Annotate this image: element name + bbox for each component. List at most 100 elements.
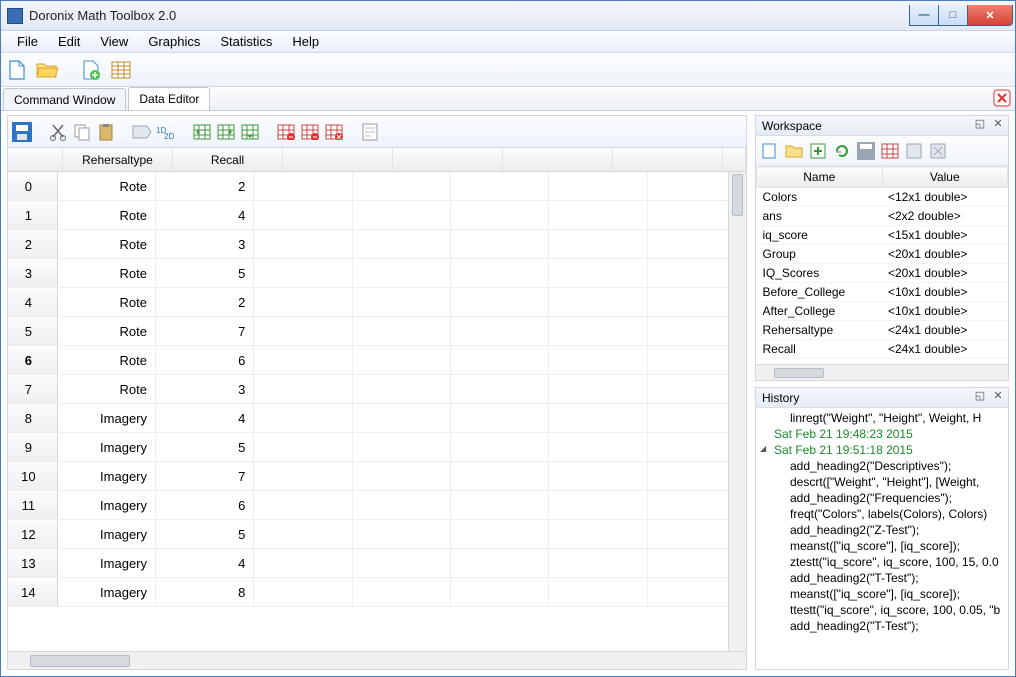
- panel-close-icon[interactable]: ✕: [990, 389, 1006, 402]
- col-header-blank[interactable]: [723, 148, 746, 171]
- cell-empty[interactable]: [451, 259, 549, 287]
- cell-empty[interactable]: [254, 230, 352, 258]
- row-index-cell[interactable]: 1: [8, 201, 58, 229]
- open-folder-icon[interactable]: [35, 58, 59, 82]
- cell-empty[interactable]: [549, 462, 647, 490]
- row-index-cell[interactable]: 3: [8, 259, 58, 287]
- cell-recall[interactable]: 2: [156, 172, 254, 200]
- cell-empty[interactable]: [353, 172, 451, 200]
- history-session-header[interactable]: Sat Feb 21 19:48:23 2015: [760, 426, 1004, 442]
- row-index-cell[interactable]: 13: [8, 549, 58, 577]
- data-grid[interactable]: Rehersaltype Recall 0Rote21Rote42Rote33R…: [8, 148, 746, 669]
- data-table-icon[interactable]: [109, 58, 133, 82]
- cell-empty[interactable]: [254, 404, 352, 432]
- cell-empty[interactable]: [451, 230, 549, 258]
- ws-save-icon[interactable]: [856, 141, 876, 161]
- table-row[interactable]: 1Rote4: [8, 201, 746, 230]
- cell-empty[interactable]: [549, 549, 647, 577]
- cell-rehersaltype[interactable]: Rote: [58, 375, 156, 403]
- row-index-cell[interactable]: 12: [8, 520, 58, 548]
- cell-empty[interactable]: [254, 491, 352, 519]
- table-row[interactable]: 9Imagery5: [8, 433, 746, 462]
- ws-grid-icon[interactable]: [880, 141, 900, 161]
- cell-empty[interactable]: [353, 549, 451, 577]
- cell-recall[interactable]: 2: [156, 288, 254, 316]
- table-row[interactable]: 10Imagery7: [8, 462, 746, 491]
- cell-empty[interactable]: [353, 375, 451, 403]
- cell-empty[interactable]: [353, 578, 451, 606]
- cell-recall[interactable]: 6: [156, 491, 254, 519]
- cell-empty[interactable]: [353, 288, 451, 316]
- cell-rehersaltype[interactable]: Rote: [58, 230, 156, 258]
- history-command[interactable]: add_heading2("Frequencies");: [760, 490, 1004, 506]
- insert-col-left-icon[interactable]: [192, 122, 212, 142]
- cell-empty[interactable]: [254, 578, 352, 606]
- cell-rehersaltype[interactable]: Imagery: [58, 462, 156, 490]
- workspace-row[interactable]: IQ_Scores<20x1 double>: [757, 264, 1008, 283]
- cut-icon[interactable]: [48, 122, 68, 142]
- cell-empty[interactable]: [353, 433, 451, 461]
- cell-empty[interactable]: [254, 433, 352, 461]
- cell-empty[interactable]: [549, 578, 647, 606]
- row-index-cell[interactable]: 6: [8, 346, 58, 374]
- cell-empty[interactable]: [451, 491, 549, 519]
- maximize-button[interactable]: □: [938, 5, 968, 26]
- table-row[interactable]: 14Imagery8: [8, 578, 746, 607]
- cell-rehersaltype[interactable]: Rote: [58, 288, 156, 316]
- menu-view[interactable]: View: [90, 32, 138, 51]
- cell-empty[interactable]: [451, 549, 549, 577]
- workspace-hscroll[interactable]: [756, 364, 1008, 380]
- panel-undock-icon[interactable]: ◱: [972, 389, 988, 402]
- history-command[interactable]: add_heading2("Descriptives");: [760, 458, 1004, 474]
- row-index-cell[interactable]: 10: [8, 462, 58, 490]
- row-index-cell[interactable]: 7: [8, 375, 58, 403]
- table-row[interactable]: 6Rote6: [8, 346, 746, 375]
- menu-edit[interactable]: Edit: [48, 32, 90, 51]
- cell-empty[interactable]: [549, 288, 647, 316]
- col-header-1[interactable]: Recall: [173, 148, 283, 171]
- menu-statistics[interactable]: Statistics: [210, 32, 282, 51]
- history-session-header[interactable]: Sat Feb 21 19:51:18 2015: [760, 442, 1004, 458]
- cell-empty[interactable]: [549, 259, 647, 287]
- cell-recall[interactable]: 5: [156, 433, 254, 461]
- history-command[interactable]: descrt(["Weight", "Height"], [Weight,: [760, 474, 1004, 490]
- cell-recall[interactable]: 3: [156, 230, 254, 258]
- col-header-blank[interactable]: [613, 148, 723, 171]
- row-index-cell[interactable]: 9: [8, 433, 58, 461]
- cell-rehersaltype[interactable]: Imagery: [58, 549, 156, 577]
- grid-body[interactable]: 0Rote21Rote42Rote33Rote54Rote25Rote76Rot…: [8, 172, 746, 651]
- workspace-row[interactable]: ans<2x2 double>: [757, 207, 1008, 226]
- row-index-cell[interactable]: 0: [8, 172, 58, 200]
- cell-rehersaltype[interactable]: Rote: [58, 172, 156, 200]
- cell-empty[interactable]: [353, 462, 451, 490]
- table-row[interactable]: 0Rote2: [8, 172, 746, 201]
- cell-empty[interactable]: [353, 201, 451, 229]
- history-command[interactable]: add_heading2("T-Test");: [760, 570, 1004, 586]
- cell-rehersaltype[interactable]: Imagery: [58, 491, 156, 519]
- table-row[interactable]: 11Imagery6: [8, 491, 746, 520]
- history-command[interactable]: freqt("Colors", labels(Colors), Colors): [760, 506, 1004, 522]
- workspace-row[interactable]: After_College<10x1 double>: [757, 302, 1008, 321]
- dimension-icon[interactable]: 1D2D: [156, 122, 176, 142]
- col-header-blank[interactable]: [283, 148, 393, 171]
- close-button[interactable]: ✕: [967, 5, 1013, 26]
- cell-empty[interactable]: [451, 288, 549, 316]
- cell-empty[interactable]: [254, 549, 352, 577]
- cell-recall[interactable]: 8: [156, 578, 254, 606]
- delete-cell-icon[interactable]: [324, 122, 344, 142]
- grid-vscroll[interactable]: [728, 172, 746, 651]
- cell-empty[interactable]: [451, 317, 549, 345]
- cell-empty[interactable]: [549, 433, 647, 461]
- cell-recall[interactable]: 4: [156, 549, 254, 577]
- row-index-cell[interactable]: 2: [8, 230, 58, 258]
- table-row[interactable]: 8Imagery4: [8, 404, 746, 433]
- cell-empty[interactable]: [549, 375, 647, 403]
- cell-rehersaltype[interactable]: Rote: [58, 346, 156, 374]
- workspace-row[interactable]: iq_score<15x1 double>: [757, 226, 1008, 245]
- history-command[interactable]: ztestt("iq_score", iq_score, 100, 15, 0.…: [760, 554, 1004, 570]
- copy-icon[interactable]: [72, 122, 92, 142]
- history-command[interactable]: ttestt("iq_score", iq_score, 100, 0.05, …: [760, 602, 1004, 618]
- menu-help[interactable]: Help: [282, 32, 329, 51]
- ws-header-value[interactable]: Value: [882, 167, 1008, 188]
- cell-empty[interactable]: [451, 375, 549, 403]
